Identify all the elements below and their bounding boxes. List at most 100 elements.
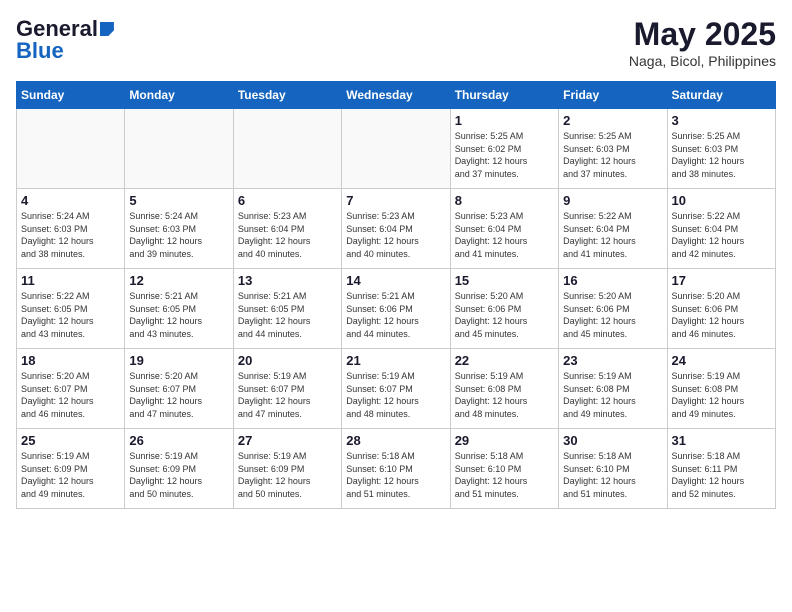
day-cell: 5 Sunrise: 5:24 AM Sunset: 6:03 PM Daylig… xyxy=(125,189,233,269)
day-number: 26 xyxy=(129,433,228,448)
day-cell: 1 Sunrise: 5:25 AM Sunset: 6:02 PM Daylig… xyxy=(450,109,558,189)
day-info: Sunrise: 5:25 AM Sunset: 6:03 PM Dayligh… xyxy=(672,130,771,180)
day-number: 11 xyxy=(21,273,120,288)
day-number: 3 xyxy=(672,113,771,128)
weekday-header-monday: Monday xyxy=(125,82,233,109)
day-number: 1 xyxy=(455,113,554,128)
day-cell: 19 Sunrise: 5:20 AM Sunset: 6:07 PM Dayli… xyxy=(125,349,233,429)
day-cell: 16Sunrise: 5:20 AM Sunset: 6:06 PM Dayli… xyxy=(559,269,667,349)
logo-blue: Blue xyxy=(16,38,64,64)
day-cell: 25Sunrise: 5:19 AM Sunset: 6:09 PM Dayli… xyxy=(17,429,125,509)
day-cell: 29Sunrise: 5:18 AM Sunset: 6:10 PM Dayli… xyxy=(450,429,558,509)
day-cell: 12 Sunrise: 5:21 AM Sunset: 6:05 PM Dayli… xyxy=(125,269,233,349)
day-cell: 21 Sunrise: 5:19 AM Sunset: 6:07 PM Dayli… xyxy=(342,349,450,429)
day-cell xyxy=(233,109,341,189)
day-cell: 28 Sunrise: 5:18 AM Sunset: 6:10 PM Dayli… xyxy=(342,429,450,509)
day-info: Sunrise: 5:23 AM Sunset: 6:04 PM Dayligh… xyxy=(455,210,554,260)
day-info: Sunrise: 5:19 AM Sunset: 6:08 PM Dayligh… xyxy=(563,370,662,420)
day-info: Sunrise: 5:19 AM Sunset: 6:09 PM Dayligh… xyxy=(238,450,337,500)
day-info: Sunrise: 5:24 AM Sunset: 6:03 PM Dayligh… xyxy=(21,210,120,260)
day-number: 30 xyxy=(563,433,662,448)
day-info: Sunrise: 5:20 AM Sunset: 6:06 PM Dayligh… xyxy=(455,290,554,340)
day-number: 8 xyxy=(455,193,554,208)
day-number: 27 xyxy=(238,433,337,448)
week-row-3: 11 Sunrise: 5:22 AM Sunset: 6:05 PM Dayli… xyxy=(17,269,776,349)
day-info: Sunrise: 5:22 AM Sunset: 6:05 PM Dayligh… xyxy=(21,290,120,340)
day-info: Sunrise: 5:19 AM Sunset: 6:08 PM Dayligh… xyxy=(672,370,771,420)
day-number: 17 xyxy=(672,273,771,288)
day-number: 31 xyxy=(672,433,771,448)
day-cell: 23 Sunrise: 5:19 AM Sunset: 6:08 PM Dayli… xyxy=(559,349,667,429)
day-number: 14 xyxy=(346,273,445,288)
day-info: Sunrise: 5:19 AM Sunset: 6:09 PM Dayligh… xyxy=(129,450,228,500)
day-info: Sunrise: 5:24 AM Sunset: 6:03 PM Dayligh… xyxy=(129,210,228,260)
month-title: May 2025 xyxy=(629,16,776,53)
week-row-5: 25Sunrise: 5:19 AM Sunset: 6:09 PM Dayli… xyxy=(17,429,776,509)
day-number: 19 xyxy=(129,353,228,368)
day-cell: 24 Sunrise: 5:19 AM Sunset: 6:08 PM Dayli… xyxy=(667,349,775,429)
day-info: Sunrise: 5:18 AM Sunset: 6:10 PM Dayligh… xyxy=(563,450,662,500)
day-cell: 10 Sunrise: 5:22 AM Sunset: 6:04 PM Dayli… xyxy=(667,189,775,269)
day-number: 23 xyxy=(563,353,662,368)
week-row-2: 4Sunrise: 5:24 AM Sunset: 6:03 PM Daylig… xyxy=(17,189,776,269)
day-number: 22 xyxy=(455,353,554,368)
day-info: Sunrise: 5:23 AM Sunset: 6:04 PM Dayligh… xyxy=(346,210,445,260)
day-number: 13 xyxy=(238,273,337,288)
day-cell: 26 Sunrise: 5:19 AM Sunset: 6:09 PM Dayli… xyxy=(125,429,233,509)
day-info: Sunrise: 5:18 AM Sunset: 6:11 PM Dayligh… xyxy=(672,450,771,500)
day-number: 7 xyxy=(346,193,445,208)
day-number: 9 xyxy=(563,193,662,208)
location-subtitle: Naga, Bicol, Philippines xyxy=(629,53,776,69)
day-cell xyxy=(125,109,233,189)
day-info: Sunrise: 5:20 AM Sunset: 6:07 PM Dayligh… xyxy=(129,370,228,420)
day-info: Sunrise: 5:18 AM Sunset: 6:10 PM Dayligh… xyxy=(455,450,554,500)
day-info: Sunrise: 5:19 AM Sunset: 6:07 PM Dayligh… xyxy=(346,370,445,420)
day-cell: 6Sunrise: 5:23 AM Sunset: 6:04 PM Daylig… xyxy=(233,189,341,269)
day-info: Sunrise: 5:21 AM Sunset: 6:06 PM Dayligh… xyxy=(346,290,445,340)
weekday-header-wednesday: Wednesday xyxy=(342,82,450,109)
day-cell: 13 Sunrise: 5:21 AM Sunset: 6:05 PM Dayli… xyxy=(233,269,341,349)
day-info: Sunrise: 5:21 AM Sunset: 6:05 PM Dayligh… xyxy=(129,290,228,340)
day-number: 2 xyxy=(563,113,662,128)
title-section: May 2025 Naga, Bicol, Philippines xyxy=(629,16,776,69)
day-number: 24 xyxy=(672,353,771,368)
day-number: 28 xyxy=(346,433,445,448)
logo: General Blue xyxy=(16,16,114,64)
day-number: 12 xyxy=(129,273,228,288)
day-number: 10 xyxy=(672,193,771,208)
day-cell: 27 Sunrise: 5:19 AM Sunset: 6:09 PM Dayli… xyxy=(233,429,341,509)
week-row-1: 1 Sunrise: 5:25 AM Sunset: 6:02 PM Daylig… xyxy=(17,109,776,189)
day-cell: 31 Sunrise: 5:18 AM Sunset: 6:11 PM Dayli… xyxy=(667,429,775,509)
day-number: 5 xyxy=(129,193,228,208)
day-cell xyxy=(342,109,450,189)
day-cell: 9 Sunrise: 5:22 AM Sunset: 6:04 PM Daylig… xyxy=(559,189,667,269)
day-info: Sunrise: 5:21 AM Sunset: 6:05 PM Dayligh… xyxy=(238,290,337,340)
weekday-header-tuesday: Tuesday xyxy=(233,82,341,109)
day-number: 20 xyxy=(238,353,337,368)
weekday-header-row: SundayMondayTuesdayWednesdayThursdayFrid… xyxy=(17,82,776,109)
day-cell: 22 Sunrise: 5:19 AM Sunset: 6:08 PM Dayli… xyxy=(450,349,558,429)
day-cell: 18Sunrise: 5:20 AM Sunset: 6:07 PM Dayli… xyxy=(17,349,125,429)
weekday-header-sunday: Sunday xyxy=(17,82,125,109)
day-info: Sunrise: 5:22 AM Sunset: 6:04 PM Dayligh… xyxy=(672,210,771,260)
day-number: 6 xyxy=(238,193,337,208)
day-number: 21 xyxy=(346,353,445,368)
day-info: Sunrise: 5:22 AM Sunset: 6:04 PM Dayligh… xyxy=(563,210,662,260)
day-info: Sunrise: 5:20 AM Sunset: 6:06 PM Dayligh… xyxy=(563,290,662,340)
day-info: Sunrise: 5:25 AM Sunset: 6:02 PM Dayligh… xyxy=(455,130,554,180)
day-cell: 8 Sunrise: 5:23 AM Sunset: 6:04 PM Daylig… xyxy=(450,189,558,269)
day-info: Sunrise: 5:20 AM Sunset: 6:07 PM Dayligh… xyxy=(21,370,120,420)
day-info: Sunrise: 5:18 AM Sunset: 6:10 PM Dayligh… xyxy=(346,450,445,500)
day-cell: 7 Sunrise: 5:23 AM Sunset: 6:04 PM Daylig… xyxy=(342,189,450,269)
day-cell xyxy=(17,109,125,189)
day-cell: 2Sunrise: 5:25 AM Sunset: 6:03 PM Daylig… xyxy=(559,109,667,189)
day-cell: 14 Sunrise: 5:21 AM Sunset: 6:06 PM Dayli… xyxy=(342,269,450,349)
day-cell: 11 Sunrise: 5:22 AM Sunset: 6:05 PM Dayli… xyxy=(17,269,125,349)
day-cell: 3 Sunrise: 5:25 AM Sunset: 6:03 PM Daylig… xyxy=(667,109,775,189)
day-info: Sunrise: 5:19 AM Sunset: 6:08 PM Dayligh… xyxy=(455,370,554,420)
day-info: Sunrise: 5:20 AM Sunset: 6:06 PM Dayligh… xyxy=(672,290,771,340)
calendar-table: SundayMondayTuesdayWednesdayThursdayFrid… xyxy=(16,81,776,509)
page-header: General Blue May 2025 Naga, Bicol, Phili… xyxy=(16,16,776,69)
logo-icon xyxy=(100,22,114,36)
day-number: 15 xyxy=(455,273,554,288)
